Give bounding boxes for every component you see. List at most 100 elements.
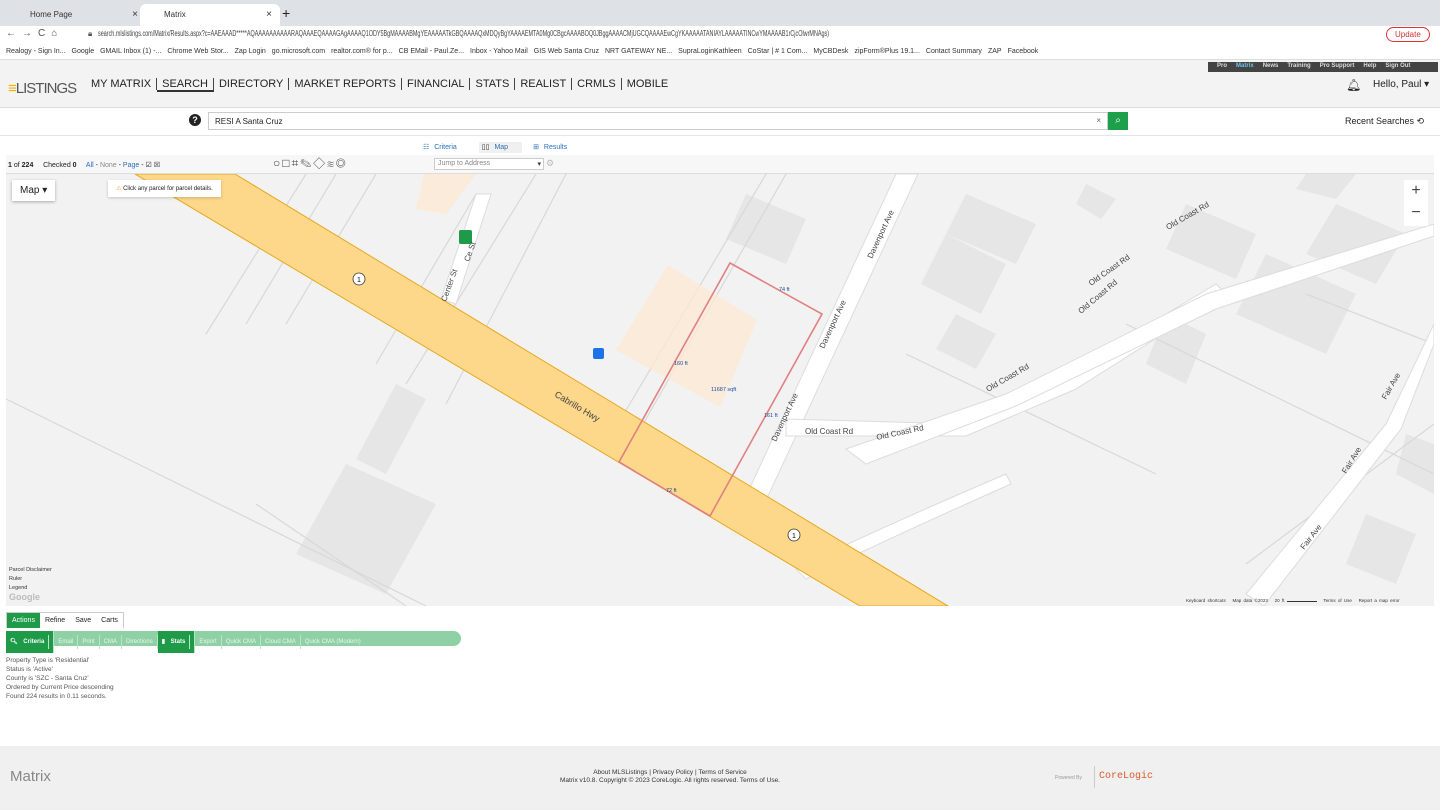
browser-tab-bar: Home Page × Matrix × +: [0, 0, 1440, 26]
print-button[interactable]: Print: [78, 635, 100, 649]
export-button[interactable]: Export: [195, 635, 222, 649]
bookmark[interactable]: go.microsoft.com: [272, 48, 325, 55]
search-button[interactable]: ⌕: [1108, 112, 1128, 130]
nav-buttons-icon[interactable]: ←→C⌂: [6, 28, 63, 39]
check-icon[interactable]: ☑: [146, 162, 152, 169]
recent-searches-button[interactable]: Recent Searches ⟲: [1345, 116, 1424, 127]
select-all-link[interactable]: All: [86, 162, 94, 169]
terms-link[interactable]: Terms of Use: [1323, 598, 1352, 603]
settings-icon[interactable]: ⚙: [546, 158, 554, 169]
zoom-out-button[interactable]: −: [1404, 202, 1428, 224]
tab-actions[interactable]: Actions: [7, 613, 40, 628]
bookmark[interactable]: zipForm®Plus 19.1...: [854, 48, 919, 55]
stats-button[interactable]: ▮ Stats: [157, 631, 196, 653]
nav-crmls[interactable]: CRMLS: [572, 78, 622, 90]
criteria-button[interactable]: 🔍︎ Criteria: [6, 631, 55, 653]
bookmark[interactable]: CB EMail - Paul.Ze...: [399, 48, 464, 55]
scale-bar[interactable]: 20 ft: [1275, 598, 1285, 603]
parcel-disclaimer-link[interactable]: Parcel Disclaimer: [9, 566, 52, 575]
cloud-cma-button[interactable]: Cloud CMA: [261, 635, 301, 649]
keyboard-shortcuts-link[interactable]: Keyboard shortcuts: [1186, 598, 1226, 603]
nav-market-reports[interactable]: MARKET REPORTS: [289, 78, 403, 90]
help-icon[interactable]: ?: [189, 114, 201, 126]
map-type-button[interactable]: Map ▾: [12, 180, 56, 201]
sign-out-link[interactable]: Sign Out: [1385, 63, 1410, 69]
bookmark[interactable]: ZAP: [988, 48, 1002, 55]
bookmark[interactable]: CoStar | # 1 Com...: [748, 48, 808, 55]
map-canvas: 1 1 Cabrillo Hwy Center St Ce St Davenpo…: [6, 174, 1434, 606]
quick-cma-modern-button[interactable]: Quick CMA (Modern): [301, 635, 365, 649]
map-drawing-tools[interactable]: ○□⌗✎◇≋◎: [273, 156, 347, 171]
url-field[interactable]: search.mlslistings.com/Matrix/Results.as…: [98, 29, 829, 43]
label-old-coast-rd: Old Coast Rd: [805, 427, 853, 436]
action-tabs: Actions Refine Save Carts: [6, 612, 124, 628]
map-attribution: Keyboard shortcuts Map data ©2023 20 ft …: [1186, 598, 1400, 603]
tab-criteria[interactable]: ☷ Criteria: [420, 142, 471, 153]
tab-save[interactable]: Save: [70, 613, 96, 628]
bookmark[interactable]: NRT GATEWAY NE...: [605, 48, 672, 55]
tab-carts[interactable]: Carts: [96, 613, 123, 628]
footer-links[interactable]: About MLSListings | Privacy Policy | Ter…: [420, 769, 920, 777]
map-view[interactable]: 1 1 Cabrillo Hwy Center St Ce St Davenpo…: [6, 174, 1434, 606]
select-page-link[interactable]: Page: [123, 162, 139, 169]
tab-map[interactable]: ▯▯ Map: [478, 142, 523, 153]
bookmark[interactable]: Contact Summary: [926, 48, 982, 55]
close-icon[interactable]: ×: [266, 9, 272, 20]
bookmark[interactable]: Zap Login: [235, 48, 266, 55]
nav-financial[interactable]: FINANCIAL: [402, 78, 471, 90]
email-button[interactable]: Email: [54, 635, 79, 649]
bookmark[interactable]: realtor.com® for p...: [331, 48, 393, 55]
zoom-in-button[interactable]: +: [1404, 180, 1428, 202]
user-menu[interactable]: Hello, Paul ▾: [1373, 79, 1429, 90]
bookmark[interactable]: MyCBDesk: [813, 48, 848, 55]
tab-refine[interactable]: Refine: [40, 613, 70, 628]
nav-directory[interactable]: DIRECTORY: [213, 78, 290, 90]
nav-search[interactable]: SEARCH: [157, 78, 214, 92]
bookmark[interactable]: Realogy - Sign In...: [6, 48, 66, 55]
select-none-link[interactable]: None: [100, 162, 117, 169]
tab-matrix[interactable]: Matrix ×: [140, 4, 280, 26]
parcel-area: 11687 sqft: [711, 387, 737, 393]
bookmark[interactable]: Google: [72, 48, 95, 55]
help-link[interactable]: Help: [1363, 63, 1376, 69]
news-link[interactable]: News: [1263, 63, 1279, 69]
ruler-link[interactable]: Ruler: [9, 575, 52, 584]
matrix-logo: Matrix: [10, 768, 51, 785]
directions-button[interactable]: Directions: [122, 635, 158, 649]
bookmark[interactable]: Chrome Web Stor...: [167, 48, 228, 55]
search-input[interactable]: RESI A Santa Cruz ×: [208, 112, 1108, 130]
jump-to-address-select[interactable]: Jump to Address ▾: [434, 158, 544, 170]
pro-links-bar: Pro Matrix News Training Pro Support Help Sign…: [1208, 62, 1438, 72]
nav-stats[interactable]: STATS: [470, 78, 516, 90]
bell-icon[interactable]: 🔔︎: [1346, 78, 1361, 92]
pro-support-link[interactable]: Pro Support: [1320, 63, 1355, 69]
close-icon[interactable]: ×: [132, 9, 138, 20]
bookmark[interactable]: Facebook: [1008, 48, 1039, 55]
nav-mobile[interactable]: MOBILE: [622, 78, 674, 90]
report-error-link[interactable]: Report a map error: [1359, 598, 1400, 603]
quick-cma-button[interactable]: Quick CMA: [222, 635, 262, 649]
tab-home-page[interactable]: Home Page ×: [6, 4, 146, 26]
lock-icon[interactable]: 🔒︎: [88, 29, 92, 39]
bookmark[interactable]: GIS Web Santa Cruz: [534, 48, 599, 55]
tab-results[interactable]: ⊞ Results: [530, 142, 581, 153]
uncheck-icon[interactable]: ☒: [154, 162, 160, 169]
update-button[interactable]: Update: [1386, 27, 1430, 42]
clear-icon[interactable]: ×: [1096, 116, 1101, 125]
highway-shield-label: 1: [792, 533, 796, 540]
bookmarks-bar: Realogy - Sign In... Google GMAIL Inbox (1…: [0, 44, 1440, 60]
parcel-hint-tooltip: ⚠ Click any parcel for parcel details.: [108, 180, 221, 197]
mls-logo[interactable]: ≡LISTINGS: [8, 80, 77, 97]
nav-my-matrix[interactable]: MY MATRIX: [86, 78, 158, 90]
bus-stop-icon[interactable]: [593, 348, 604, 359]
bookmark[interactable]: Inbox - Yahoo Mail: [470, 48, 528, 55]
matrix-link[interactable]: Matrix: [1236, 63, 1254, 69]
parcel-bottom-dimension: 72 ft: [666, 488, 677, 494]
nav-realist[interactable]: REALIST: [515, 78, 573, 90]
cma-button[interactable]: CMA: [100, 635, 123, 649]
pro-link[interactable]: Pro: [1217, 63, 1227, 69]
bookmark[interactable]: SupraLoginKathleen: [678, 48, 741, 55]
new-tab-button[interactable]: +: [282, 5, 290, 21]
bookmark[interactable]: GMAIL Inbox (1) -...: [100, 48, 161, 55]
training-link[interactable]: Training: [1287, 63, 1310, 69]
